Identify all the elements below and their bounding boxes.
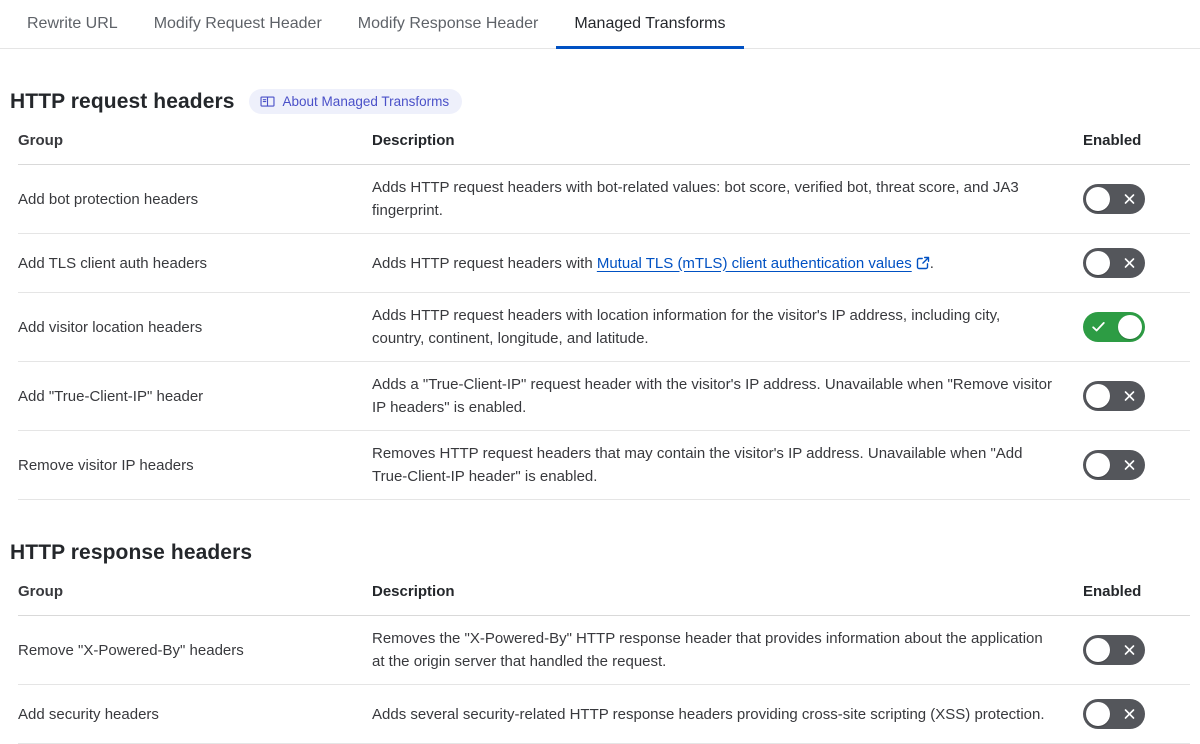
- group-cell: Remove visitor IP headers: [18, 456, 194, 474]
- x-icon: [1124, 645, 1135, 655]
- section-title: HTTP request headers: [10, 89, 235, 113]
- group-cell: Add security headers: [18, 705, 159, 723]
- tab-modify-request-header[interactable]: Modify Request Header: [136, 0, 340, 48]
- column-header-description: Description: [372, 583, 455, 600]
- group-cell: Add "True-Client-IP" header: [18, 387, 204, 405]
- main-content: HTTP request headers About Managed Transf…: [0, 89, 1200, 744]
- section-head-http-request-headers: HTTP request headers About Managed Transf…: [10, 89, 1190, 114]
- toggle-remove-visitor-ip-headers[interactable]: [1083, 450, 1145, 480]
- table-header-row: Group Description Enabled: [18, 114, 1190, 165]
- toggle-knob: [1086, 638, 1110, 662]
- description-link[interactable]: Mutual TLS (mTLS) client authentication …: [597, 255, 912, 272]
- description-cell: Adds several security-related HTTP respo…: [372, 703, 1083, 726]
- description-cell: Removes HTTP request headers that may co…: [372, 442, 1083, 488]
- description-text: Adds a "True-Client-IP" request header w…: [372, 376, 1052, 416]
- table-row: Add "True-Client-IP" header Adds a "True-…: [18, 362, 1190, 431]
- enabled-cell: [1083, 184, 1190, 214]
- x-icon: [1124, 391, 1135, 401]
- description-text: Removes the "X-Powered-By" HTTP response…: [372, 630, 1043, 670]
- check-icon: [1092, 322, 1105, 332]
- description-text: Removes HTTP request headers that may co…: [372, 445, 1023, 485]
- tab-bar: Rewrite URL Modify Request Header Modify R…: [0, 0, 1200, 49]
- toggle-add-security-headers[interactable]: [1083, 699, 1145, 729]
- x-icon: [1124, 709, 1135, 719]
- table-header-row: Group Description Enabled: [18, 565, 1190, 616]
- toggle-knob: [1086, 453, 1110, 477]
- tab-managed-transforms[interactable]: Managed Transforms: [556, 0, 744, 49]
- description-cell: Removes the "X-Powered-By" HTTP response…: [372, 627, 1083, 673]
- about-managed-transforms-badge[interactable]: About Managed Transforms: [248, 89, 463, 114]
- toggle-add-tls-client-auth-headers[interactable]: [1083, 248, 1145, 278]
- toggle-knob: [1086, 187, 1110, 211]
- table-row: Remove visitor IP headers Removes HTTP re…: [18, 431, 1190, 500]
- description-text: Adds HTTP request headers with location …: [372, 307, 1001, 347]
- table-row: Add security headers Adds several securit…: [18, 685, 1190, 744]
- toggle-add-true-client-ip-header[interactable]: [1083, 381, 1145, 411]
- description-text: Adds HTTP request headers with bot-relat…: [372, 179, 1019, 219]
- table-row: Add visitor location headers Adds HTTP re…: [18, 293, 1190, 362]
- enabled-cell: [1083, 450, 1190, 480]
- table-row: Add TLS client auth headers Adds HTTP req…: [18, 234, 1190, 293]
- toggle-knob: [1086, 702, 1110, 726]
- tab-modify-response-header[interactable]: Modify Response Header: [340, 0, 557, 48]
- description-cell: Adds HTTP request headers with location …: [372, 304, 1083, 350]
- enabled-cell: [1083, 248, 1190, 278]
- description-cell: Adds HTTP request headers with Mutual TL…: [372, 252, 1083, 275]
- enabled-cell: [1083, 635, 1190, 665]
- table-row: Add bot protection headers Adds HTTP requ…: [18, 165, 1190, 234]
- description-cell: Adds a "True-Client-IP" request header w…: [372, 373, 1083, 419]
- table-http-request-headers: Group Description Enabled Add bot protectio…: [18, 114, 1190, 500]
- section-title: HTTP response headers: [10, 541, 253, 564]
- toggle-knob: [1086, 251, 1110, 275]
- toggle-knob: [1118, 315, 1142, 339]
- external-link-icon: [916, 256, 929, 269]
- group-cell: Add visitor location headers: [18, 318, 203, 336]
- section-head-http-response-headers: HTTP response headers: [10, 541, 1190, 565]
- group-cell: Add TLS client auth headers: [18, 254, 208, 272]
- description-cell: Adds HTTP request headers with bot-relat…: [372, 176, 1083, 222]
- column-header-description: Description: [372, 132, 455, 149]
- toggle-add-bot-protection-headers[interactable]: [1083, 184, 1145, 214]
- toggle-add-visitor-location-headers[interactable]: [1083, 312, 1145, 342]
- badge-label: About Managed Transforms: [282, 94, 450, 109]
- toggle-knob: [1086, 384, 1110, 408]
- x-icon: [1124, 194, 1135, 204]
- enabled-cell: [1083, 381, 1190, 411]
- enabled-cell: [1083, 312, 1190, 342]
- column-header-group: Group: [18, 132, 63, 149]
- column-header-group: Group: [18, 583, 63, 600]
- table-body: Remove "X-Powered-By" headers Removes the…: [18, 616, 1190, 744]
- description-text: Adds HTTP request headers with: [372, 254, 597, 272]
- description-text: .: [929, 254, 934, 272]
- table-row: Remove "X-Powered-By" headers Removes the…: [18, 616, 1190, 685]
- column-header-enabled: Enabled: [1083, 583, 1142, 600]
- description-text: Adds several security-related HTTP respo…: [372, 705, 1045, 723]
- group-cell: Remove "X-Powered-By" headers: [18, 641, 244, 659]
- table-http-response-headers: Group Description Enabled Remove "X-Powered…: [18, 565, 1190, 744]
- table-body: Add bot protection headers Adds HTTP requ…: [18, 165, 1190, 500]
- column-header-enabled: Enabled: [1083, 132, 1142, 149]
- group-cell: Add bot protection headers: [18, 190, 199, 208]
- toggle-remove-x-powered-by-headers[interactable]: [1083, 635, 1145, 665]
- enabled-cell: [1083, 699, 1190, 729]
- x-icon: [1124, 258, 1135, 268]
- book-icon: [260, 96, 275, 107]
- x-icon: [1124, 460, 1135, 470]
- tab-rewrite-url[interactable]: Rewrite URL: [9, 0, 136, 48]
